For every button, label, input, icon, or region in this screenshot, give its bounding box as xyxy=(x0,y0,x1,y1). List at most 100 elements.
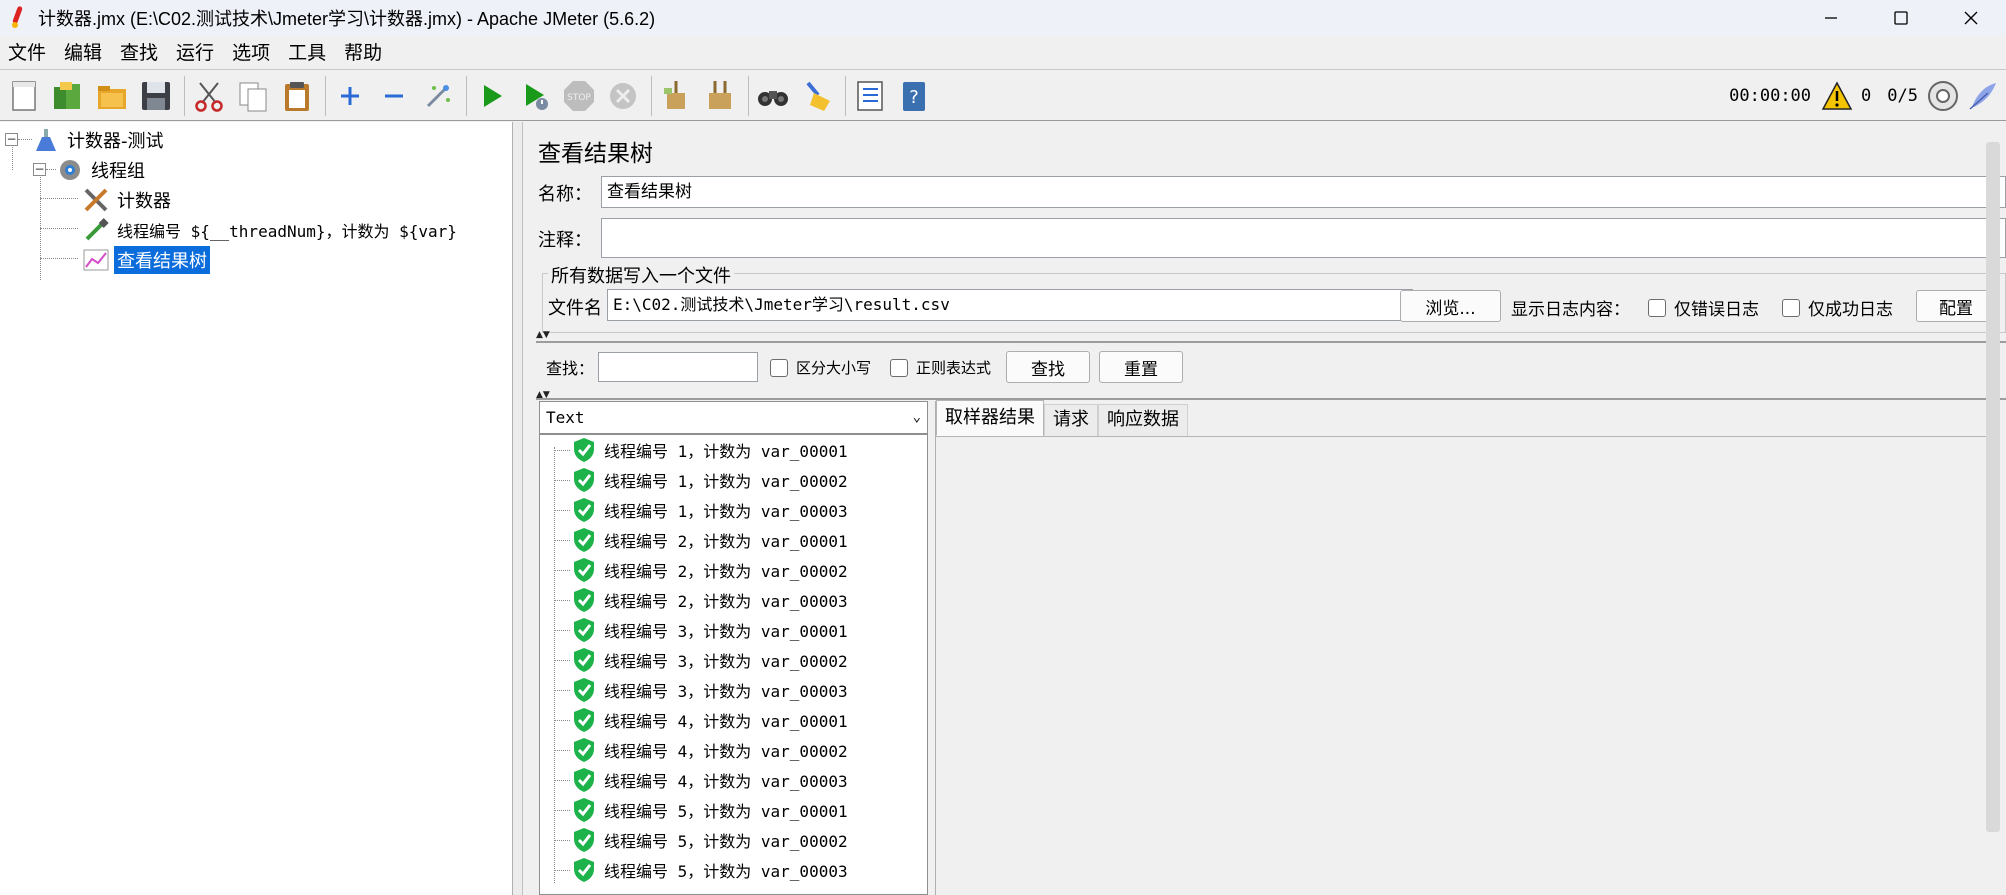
menu-run[interactable]: 运行 xyxy=(168,36,224,70)
save-button[interactable] xyxy=(136,76,176,116)
comment-field[interactable] xyxy=(601,218,2006,258)
minimize-button[interactable] xyxy=(1796,0,1866,36)
search-input[interactable] xyxy=(598,352,758,382)
close-icon xyxy=(1964,11,1978,25)
result-row[interactable]: 线程编号 2，计数为 var_00002 xyxy=(554,555,848,585)
result-row[interactable]: 线程编号 4，计数为 var_00001 xyxy=(554,705,848,735)
result-row[interactable]: 线程编号 1，计数为 var_00003 xyxy=(554,495,848,525)
result-row[interactable]: 线程编号 1，计数为 var_00001 xyxy=(554,435,848,465)
regex-checkbox[interactable]: 正则表达式 xyxy=(890,357,991,378)
tab-sampler-result[interactable]: 取样器结果 xyxy=(936,400,1044,436)
result-row[interactable]: 线程编号 3，计数为 var_00003 xyxy=(554,675,848,705)
svg-text:STOP: STOP xyxy=(567,93,591,103)
clear-button[interactable] xyxy=(656,76,696,116)
help-button[interactable]: ? xyxy=(894,76,934,116)
start-no-pause-button[interactable] xyxy=(515,76,555,116)
menu-options[interactable]: 选项 xyxy=(224,36,280,70)
config-button[interactable]: 配置 xyxy=(1916,290,1996,322)
cut-button[interactable] xyxy=(189,76,229,116)
tab-request[interactable]: 请求 xyxy=(1044,404,1098,436)
result-row[interactable]: 线程编号 4，计数为 var_00002 xyxy=(554,735,848,765)
menu-file[interactable]: 文件 xyxy=(0,36,56,70)
success-shield-icon xyxy=(574,498,594,522)
tree-node-test-plan[interactable]: 计数器-测试 xyxy=(32,126,167,154)
function-helper-button[interactable] xyxy=(850,76,890,116)
result-row[interactable]: 线程编号 3，计数为 var_00002 xyxy=(554,645,848,675)
new-button[interactable] xyxy=(4,76,44,116)
maximize-icon xyxy=(1894,11,1908,25)
close-button[interactable] xyxy=(1936,0,2006,36)
menu-help[interactable]: 帮助 xyxy=(336,36,392,70)
success-shield-icon xyxy=(574,738,594,762)
result-row[interactable]: 线程编号 3，计数为 var_00001 xyxy=(554,615,848,645)
result-row[interactable]: 线程编号 5，计数为 var_00003 xyxy=(554,855,848,885)
reset-search-button[interactable] xyxy=(797,76,837,116)
scissors-icon xyxy=(195,81,223,112)
remote-status-icon[interactable] xyxy=(1926,79,1960,113)
tree-line xyxy=(40,166,41,280)
tree-expander-thread-group[interactable]: − xyxy=(33,163,46,176)
success-only-checkbox[interactable]: 仅成功日志 xyxy=(1782,295,1893,320)
success-shield-icon xyxy=(574,858,594,882)
search-button[interactable] xyxy=(753,76,793,116)
errors-only-checkbox[interactable]: 仅错误日志 xyxy=(1648,295,1759,320)
filename-field[interactable]: E:\C02.测试技术\Jmeter学习\result.csv xyxy=(607,289,1413,321)
copy-button[interactable] xyxy=(233,76,273,116)
result-row[interactable]: 线程编号 5，计数为 var_00001 xyxy=(554,795,848,825)
file-output-group-title: 所有数据写入一个文件 xyxy=(548,262,734,288)
gear-icon xyxy=(56,156,84,184)
success-shield-icon xyxy=(574,558,594,582)
result-row[interactable]: 线程编号 2，计数为 var_00003 xyxy=(554,585,848,615)
find-button[interactable]: 查找 xyxy=(1006,351,1090,383)
name-field[interactable]: 查看结果树 xyxy=(601,176,2006,208)
case-sensitive-checkbox[interactable]: 区分大小写 xyxy=(770,357,871,378)
paste-button[interactable] xyxy=(277,76,317,116)
tree-node-sampler[interactable]: 线程编号 ${__threadNum}，计数为 ${var} xyxy=(82,216,460,244)
warning-icon[interactable] xyxy=(1821,81,1853,111)
menu-bar: 文件 编辑 查找 运行 选项 工具 帮助 xyxy=(0,36,2006,70)
tree-node-thread-group[interactable]: 线程组 xyxy=(56,156,148,184)
menu-search[interactable]: 查找 xyxy=(112,36,168,70)
browse-button[interactable]: 浏览... xyxy=(1400,290,1501,322)
collapse-button[interactable] xyxy=(374,76,414,116)
toggle-button[interactable] xyxy=(418,76,458,116)
reset-brush-icon xyxy=(806,81,830,111)
tree-expander-root[interactable]: − xyxy=(5,133,18,146)
pane-splitter[interactable] xyxy=(513,122,523,895)
warning-count: 0 xyxy=(1861,86,1872,106)
result-row[interactable]: 线程编号 1，计数为 var_00002 xyxy=(554,465,848,495)
tree-line xyxy=(554,659,570,661)
tree-node-counter[interactable]: 计数器 xyxy=(82,186,174,214)
toolbar-separator xyxy=(466,75,467,116)
tree-line xyxy=(554,509,570,511)
stop-button[interactable]: STOP xyxy=(559,76,599,116)
result-row[interactable]: 线程编号 4，计数为 var_00003 xyxy=(554,765,848,795)
tab-response-data[interactable]: 响应数据 xyxy=(1098,404,1188,436)
renderer-select[interactable]: Text ⌄ xyxy=(539,401,928,434)
start-button[interactable] xyxy=(471,76,511,116)
jmeter-feather-icon xyxy=(8,6,26,30)
result-label: 线程编号 5，计数为 var_00002 xyxy=(604,832,848,851)
tree-label: 计数器 xyxy=(117,191,171,212)
broom-all-icon xyxy=(709,80,731,109)
result-label: 线程编号 5，计数为 var_00001 xyxy=(604,802,848,821)
play-no-timer-icon xyxy=(526,83,548,110)
expand-button[interactable] xyxy=(330,76,370,116)
menu-edit[interactable]: 编辑 xyxy=(56,36,112,70)
maximize-button[interactable] xyxy=(1866,0,1936,36)
templates-button[interactable] xyxy=(48,76,88,116)
minimize-icon xyxy=(1825,17,1837,19)
split-arrows[interactable]: ▲▼ xyxy=(536,330,550,340)
result-row[interactable]: 线程编号 5，计数为 var_00002 xyxy=(554,825,848,855)
open-button[interactable] xyxy=(92,76,132,116)
reset-button[interactable]: 重置 xyxy=(1099,351,1183,383)
tree-node-results-tree[interactable]: 查看结果树 xyxy=(82,246,210,274)
menu-tools[interactable]: 工具 xyxy=(280,36,336,70)
shutdown-button[interactable] xyxy=(603,76,643,116)
checkbox-box xyxy=(890,358,908,377)
result-row[interactable]: 线程编号 2，计数为 var_00001 xyxy=(554,525,848,555)
clear-all-button[interactable] xyxy=(700,76,740,116)
vertical-scrollbar[interactable] xyxy=(1986,142,2000,832)
tree-line xyxy=(40,198,78,199)
tree-line xyxy=(554,749,570,751)
